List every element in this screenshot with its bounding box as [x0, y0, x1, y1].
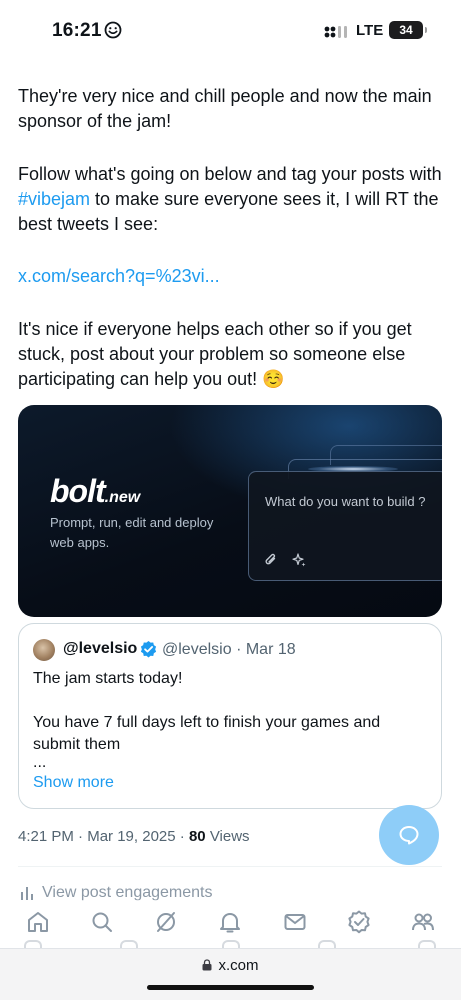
quote-handle: @levelsio: [162, 641, 232, 658]
verified-badge-icon: [140, 640, 157, 658]
tweet-paragraph-4: It's nice if everyone helps each other s…: [18, 319, 412, 389]
avatar[interactable]: [33, 639, 55, 661]
analytics-icon: [21, 887, 33, 900]
views-count: 80: [188, 828, 206, 845]
nav-home[interactable]: [23, 907, 53, 937]
url-text: x.com: [218, 957, 259, 974]
lock-icon: [202, 959, 212, 971]
network-label: LTE: [356, 22, 384, 39]
notifications-icon: [220, 913, 241, 933]
post-date: Mar 19, 2025: [87, 828, 176, 845]
messages-icon: [284, 914, 306, 930]
search-icon: [92, 912, 113, 932]
quoted-post[interactable]: @levelsio @levelsio · Mar 18 The jam sta…: [18, 623, 442, 809]
quote-body: The jam starts today! You have 7 full da…: [33, 668, 429, 771]
home-icon: [28, 912, 49, 932]
quote-author-name[interactable]: @levelsio: [63, 640, 137, 658]
post-meta: 4:21 PM · Mar 19, 2025 · 80 Views: [18, 828, 250, 845]
status-bar: 16:21 LTE 34: [0, 0, 461, 62]
card-tagline: Prompt, run, edit and deploy web apps.: [50, 515, 214, 550]
card-prompt-box: What do you want to build ?: [248, 471, 442, 581]
show-more-link[interactable]: Show more: [33, 774, 114, 792]
separator: ·: [236, 641, 242, 658]
quote-ellipsis: ...: [33, 754, 47, 771]
signal-icon: [324, 26, 347, 38]
tweet-paragraph-2: Follow what's going on below and tag you…: [18, 162, 446, 237]
bolt-link-card[interactable]: bolt.new Prompt, run, edit and deploy we…: [18, 405, 442, 617]
home-indicator[interactable]: [147, 985, 314, 990]
logo-main: bolt: [50, 473, 106, 509]
divider: [18, 866, 442, 867]
nav-communities[interactable]: [408, 907, 438, 937]
quote-line: The jam starts today!: [33, 670, 183, 687]
smiley-icon: [104, 21, 122, 39]
quote-line: You have 7 full days left to finish your…: [33, 714, 381, 753]
nav-messages[interactable]: [280, 907, 310, 937]
communities-icon: [411, 913, 434, 931]
views-label: Views: [209, 828, 250, 845]
tweet-paragraph-1: They're very nice and chill people and n…: [18, 86, 432, 131]
nav-search[interactable]: [87, 907, 117, 937]
hashtag-link[interactable]: #vibejam: [18, 189, 90, 209]
battery-level: 34: [399, 23, 413, 37]
separator: ·: [78, 828, 84, 845]
nav-premium[interactable]: [344, 907, 374, 937]
search-link[interactable]: x.com/search?q=%23vi...: [18, 264, 446, 289]
separator: ·: [179, 828, 185, 845]
battery-icon: 34: [389, 21, 427, 39]
url-display[interactable]: x.com: [0, 957, 461, 974]
nav-notifications[interactable]: [215, 907, 245, 937]
reply-bubble-icon: [399, 826, 419, 845]
quote-handle-date: @levelsio · Mar 18: [162, 641, 296, 659]
quote-date: Mar 18: [245, 641, 296, 658]
post-time: 4:21 PM: [18, 828, 74, 845]
sparkle-icon: [292, 553, 306, 567]
status-time: 16:21: [52, 20, 102, 41]
bolt-logo: bolt.new: [50, 473, 140, 510]
tweet-text-segment: Follow what's going on below and tag you…: [18, 164, 442, 184]
nav-grok[interactable]: [151, 907, 181, 937]
reply-fab-button[interactable]: [379, 805, 439, 865]
paperclip-icon: [265, 553, 276, 565]
grok-icon: [157, 912, 176, 932]
browser-url-bar[interactable]: x.com: [0, 948, 461, 1000]
prompt-placeholder: What do you want to build ?: [265, 494, 426, 509]
logo-suffix: .new: [104, 489, 141, 506]
verified-icon: [348, 910, 370, 934]
